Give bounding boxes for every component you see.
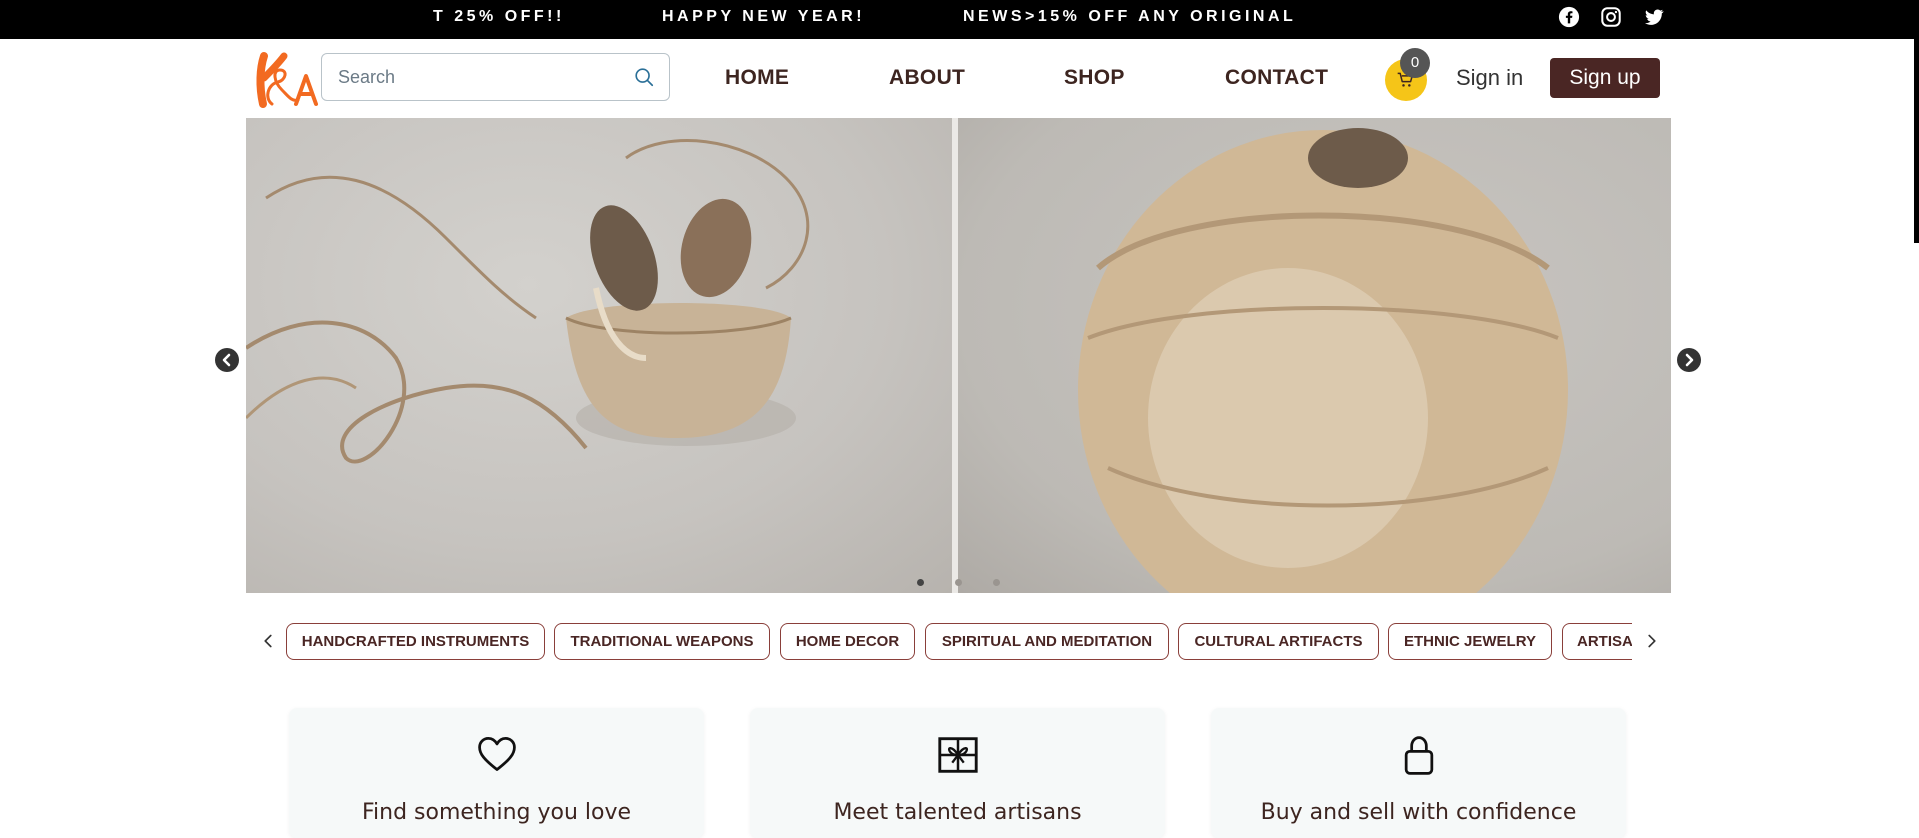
feature-card-love: Find something you love [289, 708, 704, 838]
carousel-dot-3[interactable] [993, 579, 1000, 586]
feature-title: Meet talented artisans [833, 800, 1082, 825]
sign-in-link[interactable]: Sign in [1456, 65, 1523, 91]
nav-shop[interactable]: SHOP [1064, 66, 1125, 90]
page-scrollbar[interactable] [1914, 0, 1919, 243]
feature-title: Buy and sell with confidence [1260, 800, 1577, 825]
category-pill[interactable]: CULTURAL ARTIFACTS [1178, 623, 1379, 660]
gift-icon [938, 737, 978, 773]
announcement-bar: T 25% OFF!! HAPPY NEW YEAR! NEWS>15% OFF… [0, 0, 1919, 39]
carousel-dot-2[interactable] [955, 579, 962, 586]
feature-card-artisans: Meet talented artisans [750, 708, 1165, 838]
nav-about[interactable]: ABOUT [889, 66, 965, 90]
search-input[interactable] [338, 54, 628, 100]
site-header: HOME ABOUT SHOP CONTACT 0 Sign in Sign u… [0, 39, 1919, 118]
carousel-next-button[interactable] [1677, 348, 1701, 372]
carousel-prev-button[interactable] [215, 348, 239, 372]
instagram-icon[interactable] [1600, 6, 1622, 28]
category-pill[interactable]: ETHNIC JEWELRY [1388, 623, 1552, 660]
category-pill[interactable]: SPIRITUAL AND MEDITATION [925, 623, 1169, 660]
feature-card-confidence: Buy and sell with confidence [1211, 708, 1626, 838]
search-icon[interactable] [633, 66, 655, 88]
facebook-icon[interactable] [1558, 6, 1580, 28]
category-pill[interactable]: HANDCRAFTED INSTRUMENTS [286, 623, 545, 660]
slide-image-basket-nest [246, 118, 952, 593]
lock-icon [1404, 736, 1434, 775]
chevron-right-icon[interactable] [1641, 630, 1663, 652]
search-box[interactable] [321, 53, 670, 101]
slide-image-woven-pot [958, 118, 1671, 593]
announcement-item: HAPPY NEW YEAR! [662, 8, 866, 25]
announcement-item: T 25% OFF!! [433, 8, 565, 25]
chevron-right-icon [1685, 353, 1694, 367]
cart-count-badge: 0 [1400, 48, 1430, 78]
category-pill[interactable]: ARTISA [1562, 623, 1632, 660]
nav-contact[interactable]: CONTACT [1225, 66, 1328, 90]
announcement-item: NEWS>15% OFF ANY ORIGINAL [963, 8, 1297, 25]
sign-up-button[interactable]: Sign up [1550, 58, 1660, 98]
category-scroller: HANDCRAFTED INSTRUMENTS TRADITIONAL WEAP… [246, 620, 1671, 664]
feature-title: Find something you love [361, 800, 632, 825]
category-pill[interactable]: TRADITIONAL WEAPONS [554, 623, 770, 660]
chevron-left-icon[interactable] [257, 630, 279, 652]
nav-home[interactable]: HOME [725, 66, 789, 90]
logo[interactable] [252, 48, 322, 112]
heart-icon [478, 737, 516, 771]
category-strip: HANDCRAFTED INSTRUMENTS TRADITIONAL WEAP… [286, 620, 1632, 664]
category-pill[interactable]: HOME DECOR [780, 623, 915, 660]
chevron-left-icon [222, 353, 231, 367]
twitter-icon[interactable] [1643, 6, 1665, 28]
carousel-dot-1[interactable] [917, 579, 924, 586]
hero-carousel [246, 118, 1671, 593]
